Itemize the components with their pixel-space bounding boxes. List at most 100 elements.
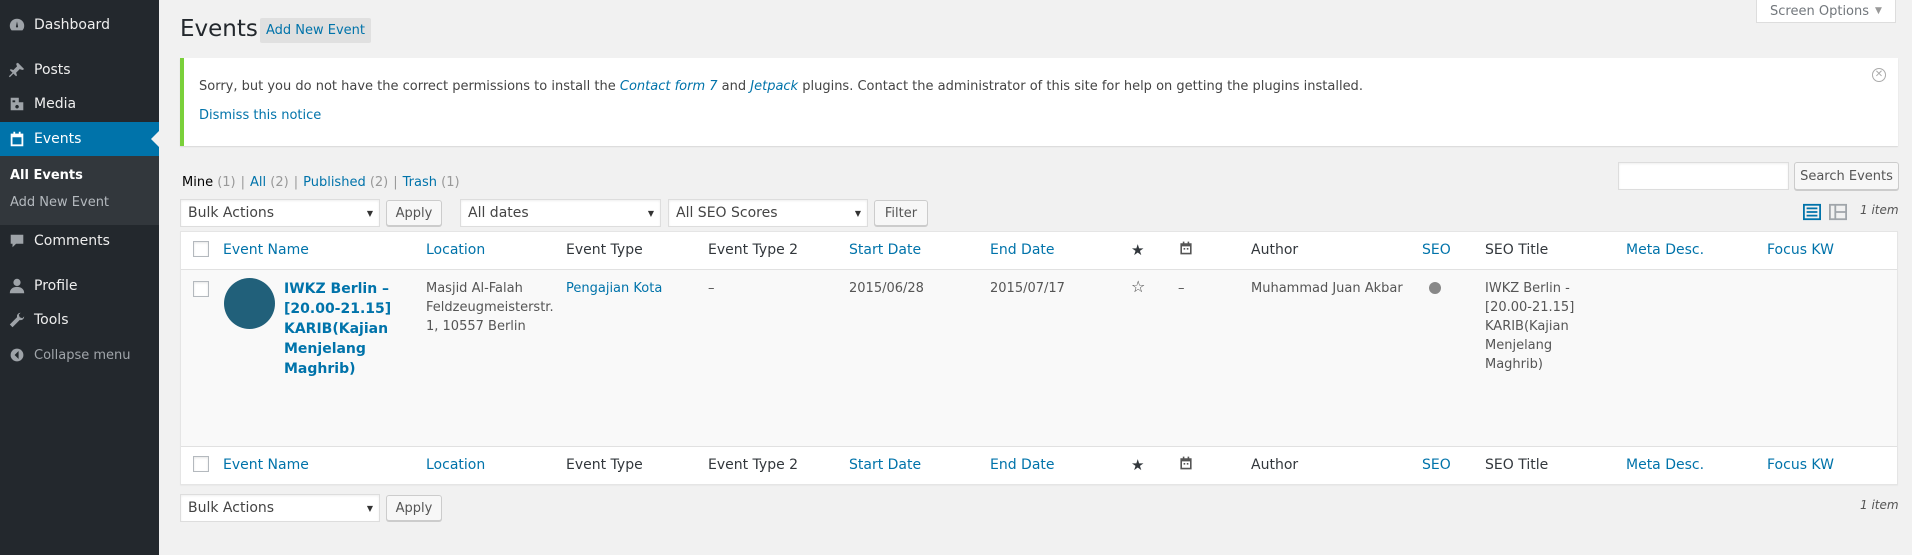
table-header: Event Name Location Event Type Event Typ…	[181, 232, 1897, 270]
star-outline-icon[interactable]: ☆	[1131, 277, 1145, 296]
menu-comments[interactable]: Comments	[0, 224, 159, 258]
event-title-line: IWKZ Berlin –	[284, 281, 390, 297]
dates-select[interactable]: All dates ▼	[460, 199, 661, 227]
view-trash[interactable]: Trash (1)	[403, 175, 460, 190]
permission-notice: Sorry, but you do not have the correct p…	[180, 58, 1898, 146]
bulk-actions-value: Bulk Actions	[188, 205, 275, 221]
view-all[interactable]: All (2)	[250, 175, 289, 190]
dashboard-icon	[0, 8, 34, 42]
star-icon[interactable]: ★	[1131, 456, 1144, 474]
select-all-checkbox[interactable]	[193, 241, 209, 257]
dropdown-arrow-icon: ▼	[366, 504, 373, 513]
event-type-2-value: –	[708, 281, 715, 296]
view-trash-count: (1)	[441, 175, 460, 190]
col-focus-kw[interactable]: Focus KW	[1767, 242, 1834, 258]
col-start-date[interactable]: Start Date	[849, 242, 921, 258]
location-line: Feldzeugmeisterstr.	[426, 300, 554, 315]
menu-tools[interactable]: Tools	[0, 303, 159, 337]
col-start-date-footer[interactable]: Start Date	[849, 457, 921, 473]
bulk-actions-select-top[interactable]: Bulk Actions ▼	[180, 199, 380, 227]
col-event-type-2: Event Type 2	[708, 242, 799, 258]
event-type-link[interactable]: Pengajian Kota	[566, 279, 662, 298]
col-location-footer[interactable]: Location	[426, 457, 485, 473]
col-event-type-2-footer: Event Type 2	[708, 457, 799, 473]
view-all-label: All	[250, 175, 267, 190]
events-table: Event Name Location Event Type Event Typ…	[180, 231, 1898, 485]
notice-message: Sorry, but you do not have the correct p…	[199, 79, 1363, 94]
list-view-icon[interactable]	[1803, 203, 1821, 225]
notice-plugin-link-2[interactable]: Jetpack	[750, 79, 798, 94]
event-title-link[interactable]: IWKZ Berlin – [20.00-21.15] KARIB(Kajian…	[284, 279, 391, 379]
seo-title-line: Maghrib)	[1485, 357, 1543, 372]
col-location[interactable]: Location	[426, 242, 485, 258]
submenu-add-new-event[interactable]: Add New Event	[10, 195, 109, 210]
event-title-line: Maghrib)	[284, 361, 356, 377]
col-author-footer: Author	[1251, 457, 1299, 473]
apply-button-top[interactable]: Apply	[386, 200, 442, 226]
submenu-all-events[interactable]: All Events	[10, 168, 83, 183]
screen-options-label: Screen Options	[1770, 3, 1870, 19]
dropdown-arrow-icon: ▼	[647, 209, 654, 218]
author-link[interactable]: Muhammad Juan Akbar	[1251, 279, 1403, 298]
row-checkbox[interactable]	[193, 281, 209, 297]
star-icon[interactable]: ★	[1131, 241, 1144, 259]
collapse-menu[interactable]: Collapse menu	[0, 338, 159, 372]
add-new-event-button[interactable]: Add New Event	[260, 18, 371, 43]
notice-plugin-2: Jetpack	[750, 79, 799, 94]
col-author: Author	[1251, 242, 1299, 258]
admin-sidebar: Dashboard Posts Media Events All Events …	[0, 0, 159, 555]
col-event-name-footer[interactable]: Event Name	[223, 457, 309, 473]
notice-plugin-1: Contact form 7	[619, 79, 718, 94]
notice-and: and	[717, 79, 751, 94]
col-end-date-footer[interactable]: End Date	[990, 457, 1055, 473]
menu-comments-label: Comments	[34, 233, 110, 249]
seo-scores-select[interactable]: All SEO Scores ▼	[668, 199, 868, 227]
view-mine[interactable]: Mine (1)	[182, 175, 236, 190]
calendar-icon[interactable]	[1178, 240, 1194, 260]
col-end-date[interactable]: End Date	[990, 242, 1055, 258]
menu-events-label: Events	[34, 131, 82, 147]
menu-media-label: Media	[34, 96, 77, 112]
filter-button[interactable]: Filter	[874, 200, 928, 226]
menu-media[interactable]: Media	[0, 87, 159, 121]
dismiss-notice-link[interactable]: Dismiss this notice	[199, 108, 321, 123]
items-count-top: 1 item	[1860, 203, 1899, 217]
col-event-name[interactable]: Event Name	[223, 242, 309, 258]
col-meta-desc[interactable]: Meta Desc.	[1626, 242, 1704, 258]
notice-plugin-link-1[interactable]: Contact form 7	[620, 79, 718, 94]
col-focus-kw-footer[interactable]: Focus KW	[1767, 457, 1834, 473]
select-all-checkbox-footer[interactable]	[193, 456, 209, 472]
event-title-line: [20.00-21.15]	[284, 301, 392, 317]
calendar-value: –	[1178, 281, 1185, 296]
seo-title-line: [20.00-21.15]	[1485, 300, 1575, 315]
search-events-button[interactable]: Search Events	[1794, 162, 1899, 190]
seo-title-line: IWKZ Berlin -	[1485, 281, 1570, 296]
close-icon[interactable]: ✕	[1872, 68, 1886, 82]
pin-icon	[0, 53, 34, 87]
apply-button-bottom[interactable]: Apply	[386, 495, 442, 521]
collapse-menu-label: Collapse menu	[34, 347, 131, 363]
seo-title-value: IWKZ Berlin - [20.00-21.15] KARIB(Kajian…	[1485, 279, 1574, 374]
menu-posts[interactable]: Posts	[0, 53, 159, 87]
location-line: 1, 10557 Berlin	[426, 319, 526, 334]
dropdown-arrow-icon: ▼	[366, 209, 373, 218]
calendar-icon[interactable]	[1178, 455, 1194, 475]
col-seo-footer[interactable]: SEO	[1422, 457, 1451, 473]
bulk-actions-select-bottom[interactable]: Bulk Actions ▼	[180, 494, 380, 522]
search-input[interactable]	[1618, 162, 1789, 190]
col-meta-desc-footer[interactable]: Meta Desc.	[1626, 457, 1704, 473]
seo-score-dot-icon	[1429, 282, 1441, 294]
menu-dashboard[interactable]: Dashboard	[0, 8, 159, 42]
notice-text-before: Sorry, but you do not have the correct p…	[199, 79, 620, 94]
view-trash-label: Trash	[402, 175, 438, 190]
view-published[interactable]: Published (2)	[303, 175, 388, 190]
col-seo[interactable]: SEO	[1422, 242, 1451, 258]
location-line: Masjid Al-Falah	[426, 281, 523, 296]
excerpt-view-icon[interactable]	[1829, 203, 1847, 225]
start-date-value: 2015/06/28	[849, 281, 924, 296]
menu-events[interactable]: Events	[0, 122, 159, 156]
menu-profile[interactable]: Profile	[0, 269, 159, 303]
view-mine-count: (1)	[217, 175, 236, 190]
menu-tools-label: Tools	[34, 312, 69, 328]
screen-options-button[interactable]: Screen Options ▼	[1756, 0, 1896, 23]
